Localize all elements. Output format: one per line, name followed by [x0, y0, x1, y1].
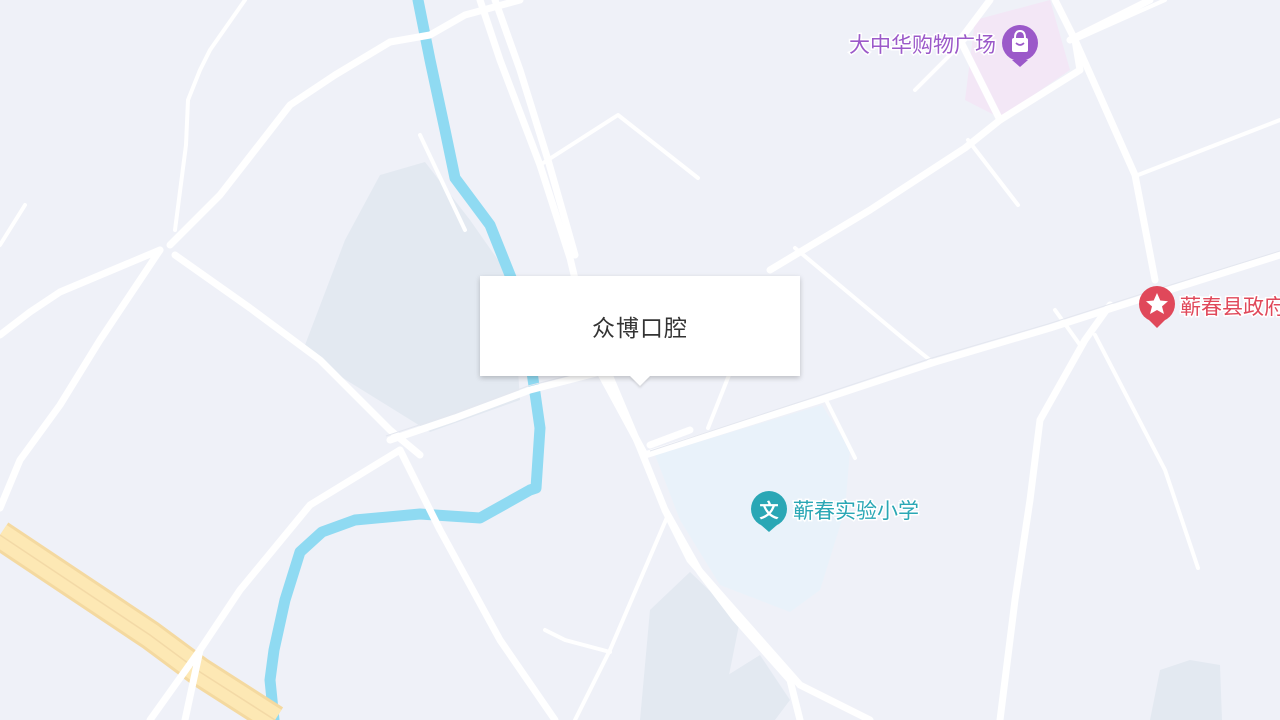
poi-label-school: 蕲春实验小学 [793, 499, 919, 523]
government-star-icon [1139, 286, 1175, 328]
highway [0, 522, 284, 720]
popup-title: 众博口腔 [592, 316, 688, 342]
poi-label-government: 蕲春县政府 [1180, 295, 1280, 319]
poi-government[interactable]: 蕲春县政府 [1139, 286, 1280, 328]
poi-label-shopping-mall: 大中华购物广场 [849, 33, 996, 57]
svg-text:文: 文 [759, 499, 779, 522]
park-area-southeast [1150, 660, 1222, 720]
location-popup[interactable]: 众博口腔 [480, 276, 800, 376]
